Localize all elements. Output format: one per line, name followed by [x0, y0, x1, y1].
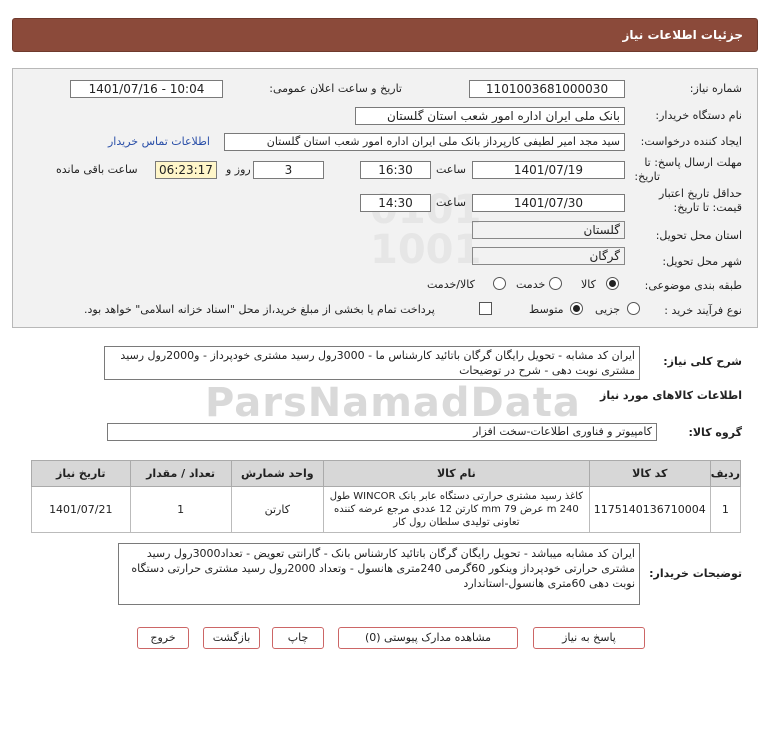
validity-date-field: 1401/07/30 [472, 194, 625, 212]
remaining-time-label: ساعت باقی مانده [56, 163, 138, 176]
category-radio-service[interactable] [549, 277, 562, 290]
province-label: استان محل تحویل: [655, 229, 742, 242]
process-option-minor: جزیی [595, 303, 621, 316]
buyer-notes-field: ایران کد مشابه میباشد - تحویل رایگان گرگ… [118, 543, 640, 605]
treasury-payment-note: پرداخت تمام یا بخشی از مبلغ خرید،از محل … [84, 303, 435, 316]
buyer-org-field: بانک ملی ایران اداره امور شعب استان گلست… [355, 107, 625, 125]
table-header-row: ردیف کد کالا نام کالا واحد شمارش تعداد /… [31, 460, 742, 487]
validity-time-label: ساعت [436, 196, 466, 209]
cell-name: کاغذ رسید مشتری حرارتی دستگاه عابر بانک … [322, 486, 590, 533]
announce-label: تاریخ و ساعت اعلان عمومی: [269, 82, 402, 95]
validity-label: حداقل تاریخ اعتبار [658, 187, 742, 200]
treasury-payment-checkbox[interactable] [479, 302, 492, 315]
reply-button[interactable]: پاسخ به نیاز [533, 627, 645, 649]
creator-field: سید مجد امیر لطیفی کارپرداز بانک ملی ایر… [224, 133, 625, 151]
reply-deadline-label: مهلت ارسال پاسخ: تا [644, 156, 742, 169]
process-radio-minor[interactable] [627, 302, 640, 315]
days-field: 3 [253, 161, 324, 179]
category-label: طبقه بندی موضوعی: [644, 279, 742, 292]
buyer-org-label: نام دستگاه خریدار: [655, 109, 742, 122]
cell-unit: کارتن [230, 486, 324, 533]
col-date-header: تاریخ نیاز [31, 460, 131, 487]
col-row-header: ردیف [709, 460, 742, 487]
cell-date: 1401/07/21 [31, 486, 131, 533]
col-unit-header: واحد شمارش [230, 460, 324, 487]
cell-row: 1 [709, 486, 742, 533]
cell-code: 1175140136710004 [588, 486, 711, 533]
reply-deadline-label-2: تاریخ: [634, 170, 660, 183]
goods-group-label: گروه کالا: [688, 426, 742, 439]
watermark-brand: ParsNamadData [205, 380, 581, 426]
remaining-time-field: 06:23:17 [155, 161, 217, 179]
buyer-notes-label: توضیحات خریدار: [649, 567, 742, 580]
reply-date-field: 1401/07/19 [472, 161, 625, 179]
need-number-label: شماره نیاز: [689, 82, 742, 95]
col-qty-header: تعداد / مقدار [129, 460, 232, 487]
city-field: گرگان [472, 247, 625, 265]
attachments-button[interactable]: مشاهده مدارک پیوستی (0) [338, 627, 518, 649]
reply-time-label: ساعت [436, 163, 466, 176]
process-radio-medium[interactable] [570, 302, 583, 315]
reply-time-field: 16:30 [360, 161, 431, 179]
col-name-header: نام کالا [322, 460, 590, 487]
goods-group-field: کامپیوتر و فناوری اطلاعات-سخت افزار [107, 423, 657, 441]
category-option-goods: کالا [581, 278, 596, 291]
days-label: روز و [226, 163, 251, 176]
summary-field: ایران کد مشابه - تحویل رایگان گرگان باتا… [104, 346, 640, 380]
creator-label: ایجاد کننده درخواست: [640, 135, 742, 148]
need-number-field: 1101003681000030 [469, 80, 625, 98]
process-option-medium: متوسط [529, 303, 564, 316]
category-option-service: خدمت [516, 278, 546, 291]
exit-button[interactable]: خروج [137, 627, 189, 649]
page-title: جزئیات اطلاعات نیاز [622, 28, 743, 42]
validity-label-2: قیمت: تا تاریخ: [673, 201, 742, 214]
category-radio-both[interactable] [493, 277, 506, 290]
announce-field: 1401/07/16 - 10:04 [70, 80, 223, 98]
province-field: گلستان [472, 221, 625, 239]
category-option-both: کالا/خدمت [427, 278, 475, 291]
back-button[interactable]: بازگشت [203, 627, 260, 649]
category-radio-goods[interactable] [606, 277, 619, 290]
validity-time-field: 14:30 [360, 194, 431, 212]
title-bar: جزئیات اطلاعات نیاز [12, 18, 758, 52]
cell-qty: 1 [129, 486, 232, 533]
col-code-header: کد کالا [588, 460, 711, 487]
summary-label: شرح کلی نیاز: [663, 355, 742, 368]
items-table: ردیف کد کالا نام کالا واحد شمارش تعداد /… [31, 460, 742, 533]
goods-section-title: اطلاعات کالاهای مورد نیاز [600, 389, 742, 402]
process-label: نوع فرآیند خرید : [664, 304, 742, 317]
table-row: 1 1175140136710004 کاغذ رسید مشتری حرارت… [31, 486, 742, 533]
print-button[interactable]: چاپ [272, 627, 324, 649]
city-label: شهر محل تحویل: [662, 255, 742, 268]
buyer-contact-link[interactable]: اطلاعات تماس خریدار [108, 135, 210, 148]
